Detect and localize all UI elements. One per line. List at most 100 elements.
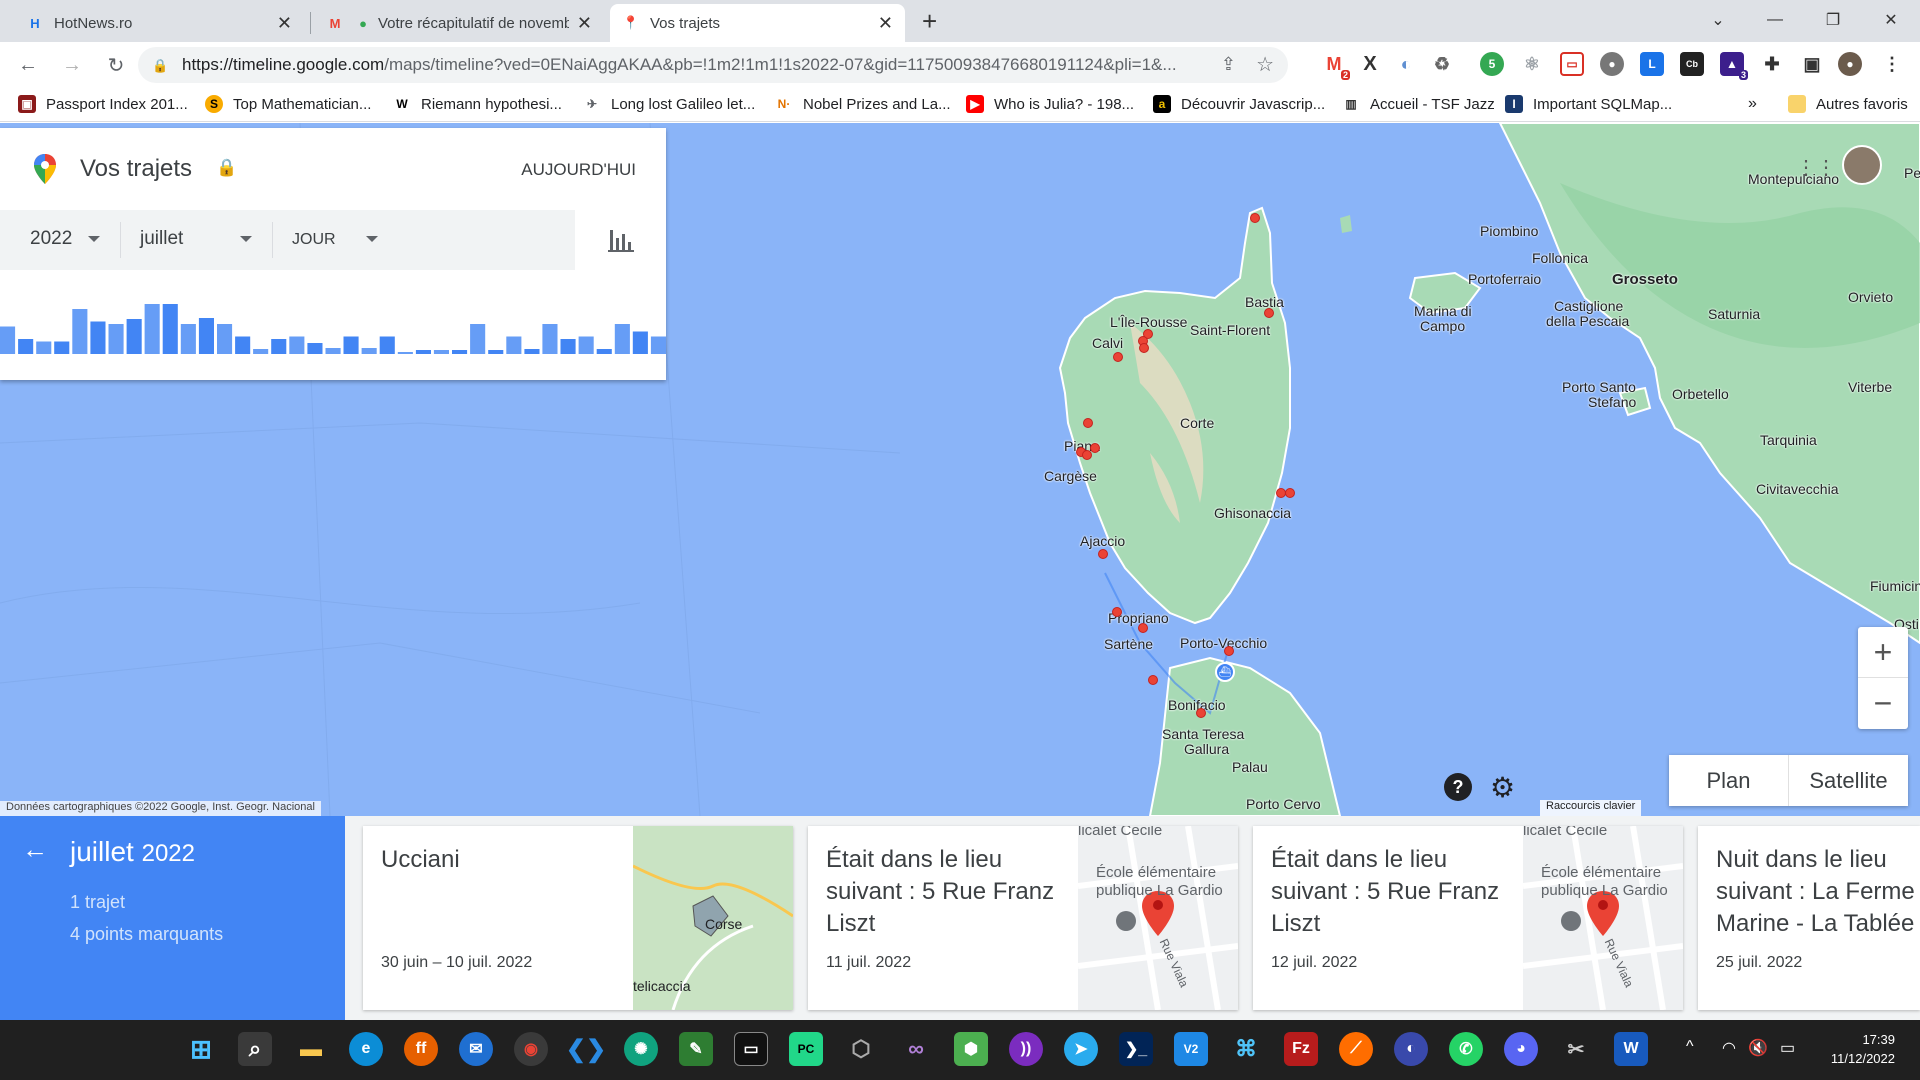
notepadpp-icon[interactable]: ✎ bbox=[679, 1032, 713, 1066]
powershell-icon[interactable]: ❯_ bbox=[1119, 1032, 1153, 1066]
bookmark-item[interactable]: ✈ Long lost Galileo let... bbox=[583, 95, 755, 113]
thunderbird-icon[interactable]: ✉ bbox=[459, 1032, 493, 1066]
ext-react-icon[interactable]: ⚛ bbox=[1520, 52, 1544, 76]
day-bar[interactable] bbox=[144, 304, 160, 354]
chrome-icon[interactable]: ◉ bbox=[514, 1032, 548, 1066]
day-bar[interactable] bbox=[524, 349, 540, 354]
account-avatar[interactable] bbox=[1842, 145, 1882, 185]
profile-avatar[interactable]: ● bbox=[1838, 52, 1862, 76]
close-tab-icon[interactable]: ✕ bbox=[577, 13, 592, 34]
firefox-icon[interactable]: ff bbox=[404, 1032, 438, 1066]
help-icon[interactable]: ? bbox=[1444, 773, 1472, 801]
day-bar[interactable] bbox=[506, 336, 522, 355]
visit-dot[interactable] bbox=[1098, 549, 1108, 559]
bookmark-star-icon[interactable]: ☆ bbox=[1256, 52, 1274, 77]
day-bar[interactable] bbox=[325, 348, 341, 354]
month-select[interactable]: juillet bbox=[140, 228, 183, 250]
new-tab-button[interactable]: + bbox=[922, 6, 937, 37]
remote-desktop-icon[interactable]: V2 bbox=[1174, 1032, 1208, 1066]
trip-count[interactable]: 1 trajet bbox=[70, 892, 125, 913]
day-bar[interactable] bbox=[578, 336, 594, 355]
bookmark-item[interactable]: N· Nobel Prizes and La... bbox=[775, 95, 951, 113]
ext-cb-icon[interactable]: Cb bbox=[1680, 52, 1704, 76]
search-icon[interactable]: ⌕ bbox=[238, 1032, 272, 1066]
telegram-icon[interactable]: ➤ bbox=[1064, 1032, 1098, 1066]
zoom-out-button[interactable]: − bbox=[1858, 678, 1908, 729]
day-bar[interactable] bbox=[650, 336, 666, 355]
bookmark-item[interactable]: W Riemann hypothesi... bbox=[393, 95, 562, 113]
visit-dot[interactable] bbox=[1139, 343, 1149, 353]
tab-gmail[interactable]: M ● Votre récapitulatif de novemb ✕ bbox=[314, 4, 604, 42]
day-bar[interactable] bbox=[470, 324, 486, 354]
day-bar[interactable] bbox=[72, 309, 88, 354]
visual-studio-icon[interactable]: ∞ bbox=[899, 1032, 933, 1066]
keyboard-shortcuts-link[interactable]: Raccourcis clavier bbox=[1540, 800, 1642, 816]
back-arrow-icon[interactable]: ← bbox=[22, 834, 48, 865]
ext-swirl-icon[interactable]: ◐ bbox=[1394, 52, 1418, 76]
virtualbox-icon[interactable]: ⬡ bbox=[844, 1032, 878, 1066]
map-type-plan-button[interactable]: Plan bbox=[1669, 755, 1789, 806]
day-bar[interactable] bbox=[415, 350, 431, 354]
back-icon[interactable]: ← bbox=[10, 47, 46, 83]
stats-button[interactable] bbox=[575, 210, 666, 270]
day-bar[interactable] bbox=[18, 339, 34, 354]
discord-icon[interactable]: ◕ bbox=[1504, 1032, 1538, 1066]
day-bar[interactable] bbox=[614, 324, 630, 354]
day-bar[interactable] bbox=[126, 319, 142, 354]
visit-dot[interactable] bbox=[1250, 213, 1260, 223]
day-bar[interactable] bbox=[452, 350, 468, 354]
speaker-muted-icon[interactable]: 🔇 bbox=[1748, 1038, 1768, 1058]
tab-search-icon[interactable]: ⌄ bbox=[1695, 0, 1741, 40]
visit-dot[interactable] bbox=[1224, 646, 1234, 656]
close-tab-icon[interactable]: ✕ bbox=[878, 13, 893, 34]
bookmark-item[interactable]: ▥ Accueil - TSF Jazz bbox=[1342, 95, 1494, 113]
day-bar[interactable] bbox=[488, 350, 504, 354]
podcast-icon[interactable]: )) bbox=[1009, 1032, 1043, 1066]
close-tab-icon[interactable]: ✕ bbox=[277, 13, 292, 34]
extensions-puzzle-icon[interactable]: ✚ bbox=[1760, 52, 1784, 76]
map-type-satellite-button[interactable]: Satellite bbox=[1789, 755, 1908, 806]
visit-dot[interactable] bbox=[1082, 450, 1092, 460]
side-panel-icon[interactable]: ▣ bbox=[1800, 52, 1824, 76]
visit-dot[interactable] bbox=[1083, 418, 1093, 428]
tray-chevron-up-icon[interactable]: ^ bbox=[1686, 1038, 1694, 1056]
visit-dot[interactable] bbox=[1112, 607, 1122, 617]
minimize-icon[interactable]: — bbox=[1752, 0, 1798, 40]
day-bar[interactable] bbox=[271, 339, 287, 354]
visit-dot[interactable] bbox=[1113, 352, 1123, 362]
day-select[interactable]: JOUR bbox=[292, 231, 336, 249]
address-bar[interactable]: 🔒 https://timeline.google.com/maps/timel… bbox=[138, 47, 1288, 83]
chrome-menu-icon[interactable]: ⋮ bbox=[1880, 52, 1904, 76]
tab-timeline[interactable]: 📍 Vos trajets ✕ bbox=[610, 4, 905, 42]
day-bar[interactable] bbox=[397, 352, 413, 354]
bookmark-item[interactable]: a Découvrir Javascrip... bbox=[1153, 95, 1325, 113]
day-bar[interactable] bbox=[235, 336, 251, 355]
system-clock[interactable]: 17:39 11/12/2022 bbox=[1815, 1030, 1895, 1068]
day-bar[interactable] bbox=[542, 324, 558, 354]
timeline-card[interactable]: Était dans le lieu suivant : 5 Rue Franz… bbox=[1253, 826, 1683, 1010]
today-button[interactable]: AUJOURD'HUI bbox=[521, 160, 636, 180]
day-bar[interactable] bbox=[0, 326, 16, 355]
zoom-in-button[interactable]: + bbox=[1858, 627, 1908, 678]
ext-gray-icon[interactable]: ● bbox=[1600, 52, 1624, 76]
share-icon[interactable]: ⇪ bbox=[1221, 54, 1236, 75]
chatgpt-icon[interactable]: ✺ bbox=[624, 1032, 658, 1066]
day-bar[interactable] bbox=[361, 348, 377, 354]
visit-dot[interactable] bbox=[1148, 675, 1158, 685]
day-bar[interactable] bbox=[198, 318, 214, 354]
day-bar[interactable] bbox=[596, 349, 612, 354]
maximize-icon[interactable]: ❐ bbox=[1810, 0, 1856, 40]
gmail-extension-icon[interactable]: M2 bbox=[1322, 52, 1350, 80]
edge-icon[interactable]: e bbox=[349, 1032, 383, 1066]
year-select[interactable]: 2022 bbox=[30, 228, 72, 250]
ext-green-icon[interactable]: 5 bbox=[1480, 52, 1504, 76]
forward-icon[interactable]: → bbox=[54, 47, 90, 83]
network-icon[interactable]: ⌘ bbox=[1229, 1032, 1263, 1066]
day-bar[interactable] bbox=[217, 324, 233, 354]
day-bar[interactable] bbox=[560, 339, 576, 354]
timeline-card[interactable]: Ucciani 30 juin – 10 juil. 2022 Corse te… bbox=[363, 826, 793, 1010]
timeline-card[interactable]: Était dans le lieu suivant : 5 Rue Franz… bbox=[808, 826, 1238, 1010]
visit-dot[interactable] bbox=[1138, 623, 1148, 633]
filezilla-icon[interactable]: Fz bbox=[1284, 1032, 1318, 1066]
visit-dot[interactable] bbox=[1196, 708, 1206, 718]
